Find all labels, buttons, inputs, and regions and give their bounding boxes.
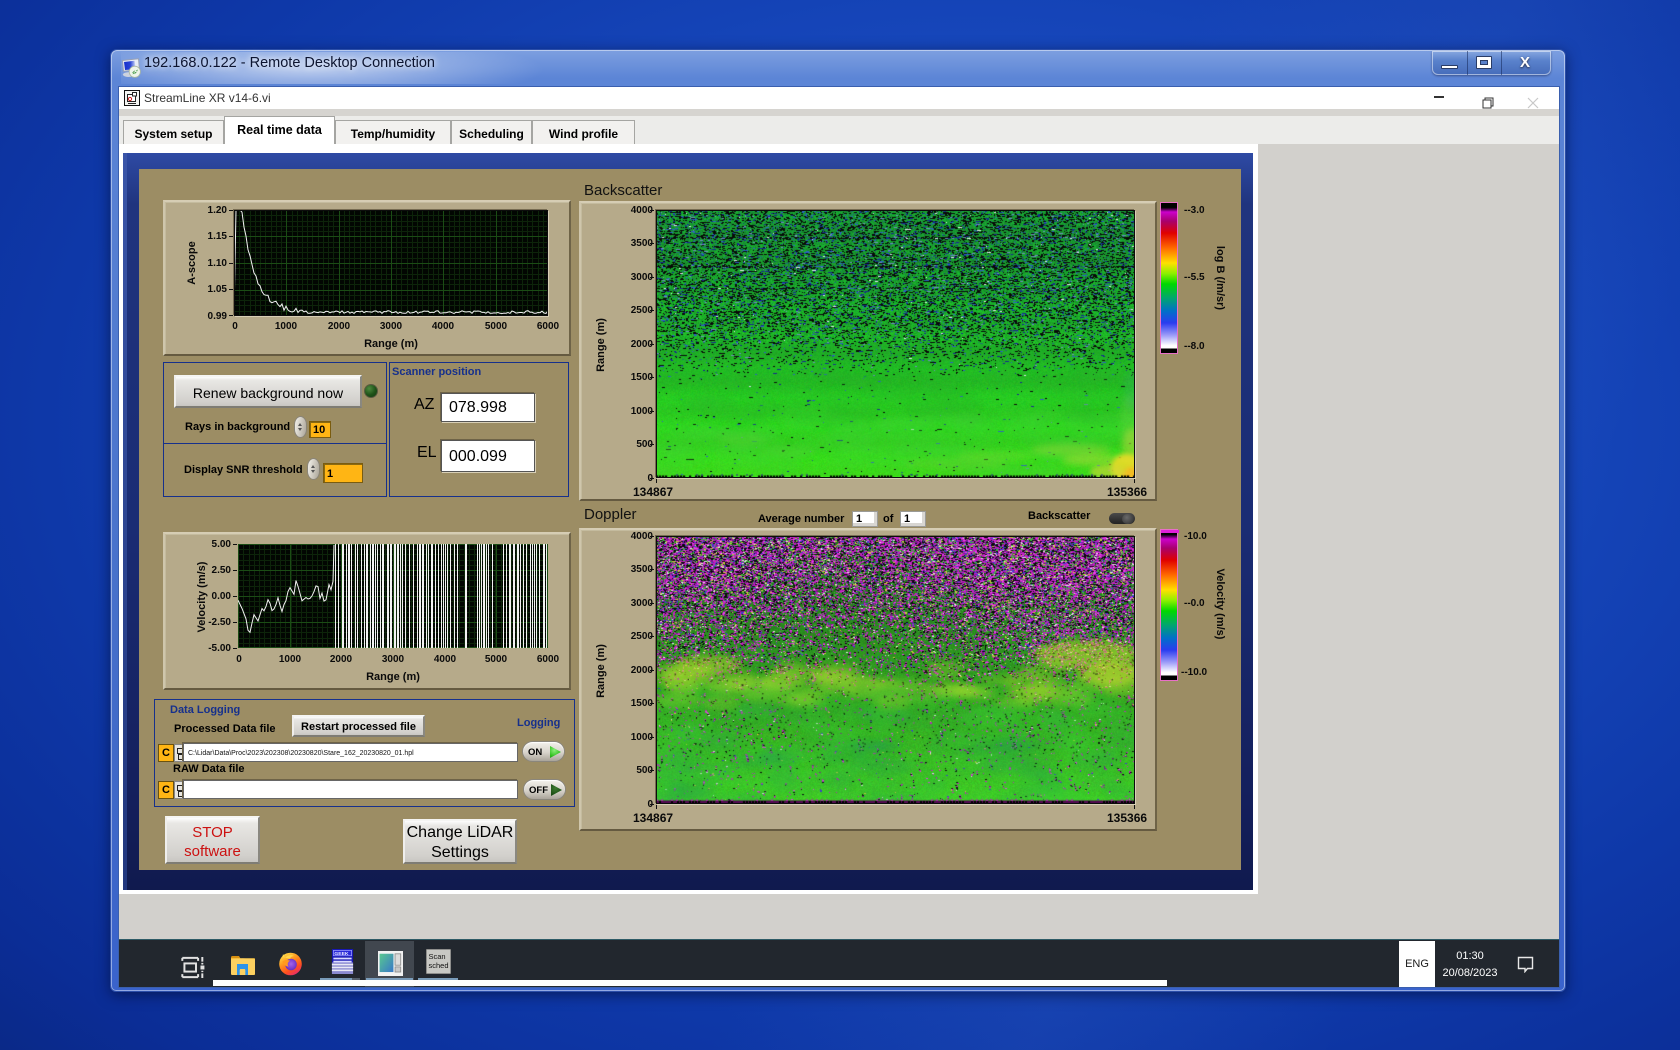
svg-text:sched: sched: [429, 961, 449, 970]
svg-text:Scan: Scan: [429, 952, 446, 961]
svg-text:GEEK: GEEK: [334, 951, 349, 957]
